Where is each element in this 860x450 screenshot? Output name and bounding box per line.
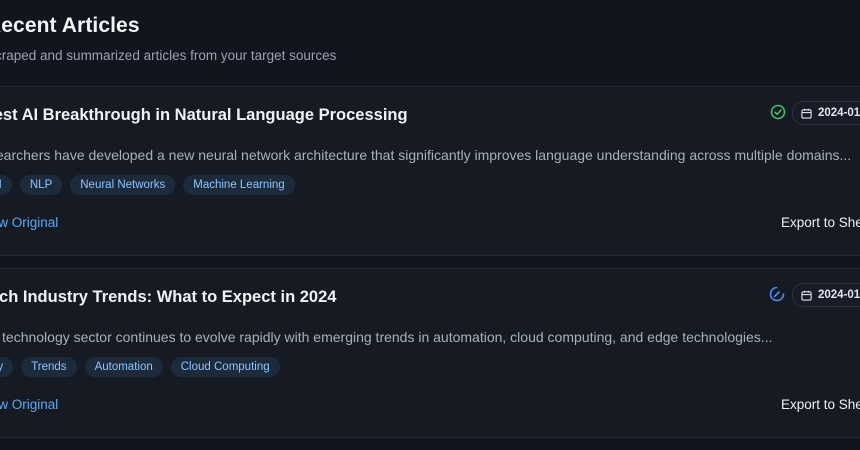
page-subtitle: Scraped and summarized articles from you… <box>0 48 337 63</box>
articles-page: Recent Articles Scraped and summarized a… <box>0 0 860 450</box>
article-summary: Researchers have developed a new neural … <box>0 147 852 163</box>
tag[interactable]: NLP <box>19 175 63 195</box>
tag[interactable]: Cloud Computing <box>170 357 280 377</box>
article-date: 2024-01 <box>818 289 860 301</box>
tag-list: Technology Trends Automation Cloud Compu… <box>0 357 280 377</box>
article-card: Tech Industry Trends: What to Expect in … <box>0 268 860 438</box>
date-badge: 2024-01 <box>792 283 860 307</box>
date-badge: 2024-01 <box>792 101 860 125</box>
article-title[interactable]: Tech Industry Trends: What to Expect in … <box>0 288 336 307</box>
page-title: Recent Articles <box>0 14 140 37</box>
tag[interactable]: Neural Networks <box>70 175 176 195</box>
tag[interactable]: Machine Learning <box>183 175 295 195</box>
tag-list: AI NLP Neural Networks Machine Learning <box>0 175 295 195</box>
export-to-sheets-button[interactable]: Export to Sheets <box>781 215 860 230</box>
export-to-sheets-button[interactable]: Export to Sheets <box>781 397 860 412</box>
tag[interactable]: AI <box>0 175 12 195</box>
view-original-link[interactable]: View Original <box>0 397 58 412</box>
tag[interactable]: Automation <box>84 357 163 377</box>
tag[interactable]: Trends <box>21 357 77 377</box>
tag[interactable]: Technology <box>0 357 14 377</box>
article-summary: The technology sector continues to evolv… <box>0 329 773 345</box>
article-date: 2024-01 <box>818 107 860 119</box>
calendar-icon <box>801 290 812 301</box>
loading-spinner-icon <box>769 286 785 302</box>
page-header: Recent Articles Scraped and summarized a… <box>0 14 336 63</box>
view-original-link[interactable]: View Original <box>0 215 58 230</box>
article-card: Latest AI Breakthrough in Natural Langua… <box>0 86 860 256</box>
article-title[interactable]: Latest AI Breakthrough in Natural Langua… <box>0 106 408 125</box>
calendar-icon <box>801 108 812 119</box>
check-circle-icon <box>770 104 786 120</box>
